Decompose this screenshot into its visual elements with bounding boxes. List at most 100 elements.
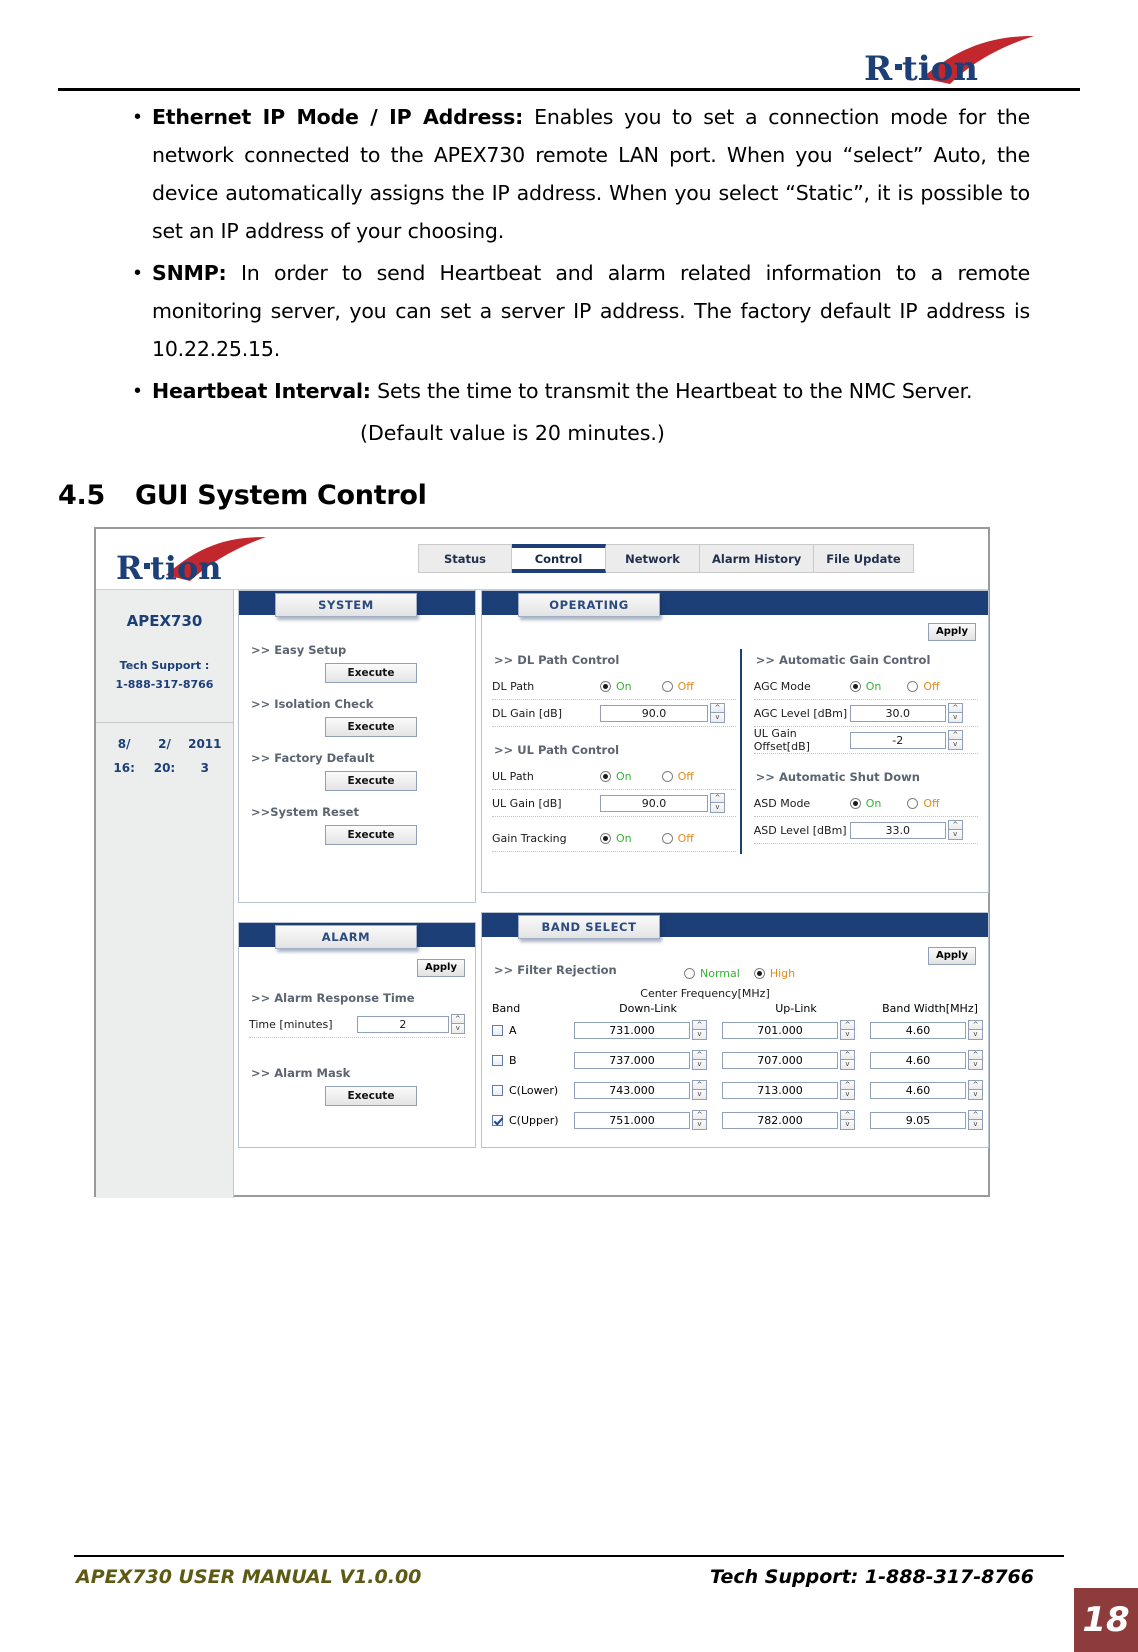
spinner-up-icon[interactable]: ^ — [840, 1080, 855, 1090]
band-cupper-checkbox[interactable] — [492, 1114, 503, 1126]
filter-rejection-radio-group[interactable]: Normal High — [684, 967, 795, 980]
band-cupper-bandwidth-input[interactable]: 9.05 — [870, 1111, 966, 1129]
factory-default-execute-button[interactable]: Execute — [325, 771, 417, 791]
asd-mode-radio-group[interactable]: On Off — [849, 797, 940, 810]
gain-tracking-on-radio[interactable]: On — [600, 832, 632, 845]
alarm-mask-execute-button[interactable]: Execute — [325, 1086, 417, 1106]
agc-level-spinner[interactable]: ^ v — [947, 703, 963, 723]
band-a-downlink-spinner[interactable]: ^ v — [692, 1020, 707, 1040]
tab-file-update[interactable]: File Update — [814, 544, 914, 573]
tab-status[interactable]: Status — [418, 544, 512, 573]
agc-mode-on-radio[interactable]: On — [849, 680, 881, 693]
band-apply-button[interactable]: Apply — [928, 947, 976, 965]
ul-path-on-radio[interactable]: On — [600, 770, 632, 783]
band-clower-uplink-spinner[interactable]: ^ v — [840, 1080, 855, 1100]
band-cupper-downlink-input[interactable]: 751.000 — [574, 1111, 690, 1129]
spinner-down-icon[interactable]: v — [968, 1120, 983, 1130]
dl-path-off-radio[interactable]: Off — [661, 680, 694, 693]
spinner-down-icon[interactable]: v — [968, 1060, 983, 1070]
spinner-down-icon[interactable]: v — [692, 1090, 707, 1100]
spinner-up-icon[interactable]: ^ — [968, 1050, 983, 1060]
spinner-up-icon[interactable]: ^ — [947, 820, 963, 830]
alarm-time-input[interactable]: 2 — [357, 1015, 449, 1033]
band-clower-bandwidth-input[interactable]: 4.60 — [870, 1081, 966, 1099]
agc-mode-radio-group[interactable]: On Off — [849, 680, 940, 693]
spinner-up-icon[interactable]: ^ — [947, 730, 963, 740]
spinner-up-icon[interactable]: ^ — [968, 1020, 983, 1030]
spinner-down-icon[interactable]: v — [840, 1060, 855, 1070]
gain-tracking-radio-group[interactable]: On Off — [600, 832, 694, 845]
spinner-up-icon[interactable]: ^ — [840, 1050, 855, 1060]
ul-gain-offset-spinner[interactable]: ^ v — [947, 730, 963, 750]
spinner-down-icon[interactable]: v — [947, 713, 963, 723]
spinner-down-icon[interactable]: v — [450, 1024, 465, 1034]
alarm-apply-button[interactable]: Apply — [417, 959, 465, 977]
band-a-uplink-spinner[interactable]: ^ v — [840, 1020, 855, 1040]
tab-network[interactable]: Network — [606, 544, 700, 573]
easy-setup-execute-button[interactable]: Execute — [325, 663, 417, 683]
band-b-downlink-spinner[interactable]: ^ v — [692, 1050, 707, 1070]
band-cupper-downlink-spinner[interactable]: ^ v — [692, 1110, 707, 1130]
spinner-up-icon[interactable]: ^ — [840, 1110, 855, 1120]
gui-tab-bar[interactable]: Status Control Network Alarm History Fil… — [418, 544, 914, 573]
spinner-up-icon[interactable]: ^ — [968, 1110, 983, 1120]
spinner-down-icon[interactable]: v — [840, 1120, 855, 1130]
spinner-up-icon[interactable]: ^ — [692, 1080, 707, 1090]
band-b-bandwidth-spinner[interactable]: ^ v — [968, 1050, 983, 1070]
band-a-checkbox[interactable] — [492, 1024, 503, 1036]
band-a-uplink-input[interactable]: 701.000 — [722, 1021, 838, 1039]
band-clower-downlink-input[interactable]: 743.000 — [574, 1081, 690, 1099]
asd-mode-on-radio[interactable]: On — [849, 797, 881, 810]
operating-apply-button[interactable]: Apply — [928, 623, 976, 641]
agc-mode-off-radio[interactable]: Off — [907, 680, 940, 693]
spinner-down-icon[interactable]: v — [710, 713, 725, 723]
band-cupper-bandwidth-spinner[interactable]: ^ v — [968, 1110, 983, 1130]
spinner-down-icon[interactable]: v — [692, 1030, 707, 1040]
band-clower-downlink-spinner[interactable]: ^ v — [692, 1080, 707, 1100]
gain-tracking-off-radio[interactable]: Off — [661, 832, 694, 845]
band-b-uplink-spinner[interactable]: ^ v — [840, 1050, 855, 1070]
band-a-bandwidth-input[interactable]: 4.60 — [870, 1021, 966, 1039]
agc-level-input[interactable]: 30.0 — [849, 704, 946, 722]
alarm-time-spinner[interactable]: ^ v — [450, 1014, 465, 1034]
dl-gain-spinner[interactable]: ^ v — [710, 703, 725, 723]
spinner-up-icon[interactable]: ^ — [450, 1014, 465, 1024]
band-a-downlink-input[interactable]: 731.000 — [574, 1021, 690, 1039]
ul-gain-input[interactable]: 90.0 — [600, 794, 708, 812]
tab-control[interactable]: Control — [512, 544, 606, 573]
asd-mode-off-radio[interactable]: Off — [907, 797, 940, 810]
isolation-check-execute-button[interactable]: Execute — [325, 717, 417, 737]
spinner-down-icon[interactable]: v — [710, 803, 725, 813]
spinner-up-icon[interactable]: ^ — [710, 793, 725, 803]
band-clower-checkbox[interactable] — [492, 1084, 503, 1096]
ul-path-radio-group[interactable]: On Off — [600, 770, 694, 783]
dl-path-radio-group[interactable]: On Off — [600, 680, 694, 693]
spinner-up-icon[interactable]: ^ — [968, 1080, 983, 1090]
spinner-down-icon[interactable]: v — [968, 1030, 983, 1040]
spinner-up-icon[interactable]: ^ — [840, 1020, 855, 1030]
spinner-down-icon[interactable]: v — [840, 1030, 855, 1040]
spinner-down-icon[interactable]: v — [692, 1060, 707, 1070]
spinner-down-icon[interactable]: v — [947, 740, 963, 750]
spinner-up-icon[interactable]: ^ — [710, 703, 725, 713]
spinner-up-icon[interactable]: ^ — [692, 1020, 707, 1030]
asd-level-spinner[interactable]: ^ v — [947, 820, 963, 840]
band-clower-bandwidth-spinner[interactable]: ^ v — [968, 1080, 983, 1100]
dl-path-on-radio[interactable]: On — [600, 680, 632, 693]
band-b-checkbox[interactable] — [492, 1054, 503, 1066]
ul-gain-offset-input[interactable]: -2 — [849, 731, 946, 749]
asd-level-input[interactable]: 33.0 — [849, 821, 946, 839]
spinner-down-icon[interactable]: v — [840, 1090, 855, 1100]
ul-path-off-radio[interactable]: Off — [661, 770, 694, 783]
tab-alarm-history[interactable]: Alarm History — [700, 544, 815, 573]
spinner-up-icon[interactable]: ^ — [692, 1110, 707, 1120]
dl-gain-input[interactable]: 90.0 — [600, 704, 708, 722]
spinner-down-icon[interactable]: v — [947, 830, 963, 840]
spinner-up-icon[interactable]: ^ — [947, 703, 963, 713]
band-cupper-uplink-spinner[interactable]: ^ v — [840, 1110, 855, 1130]
band-a-bandwidth-spinner[interactable]: ^ v — [968, 1020, 983, 1040]
filter-normal-radio[interactable]: Normal — [684, 967, 740, 980]
spinner-up-icon[interactable]: ^ — [692, 1050, 707, 1060]
band-cupper-uplink-input[interactable]: 782.000 — [722, 1111, 838, 1129]
band-b-bandwidth-input[interactable]: 4.60 — [870, 1051, 966, 1069]
